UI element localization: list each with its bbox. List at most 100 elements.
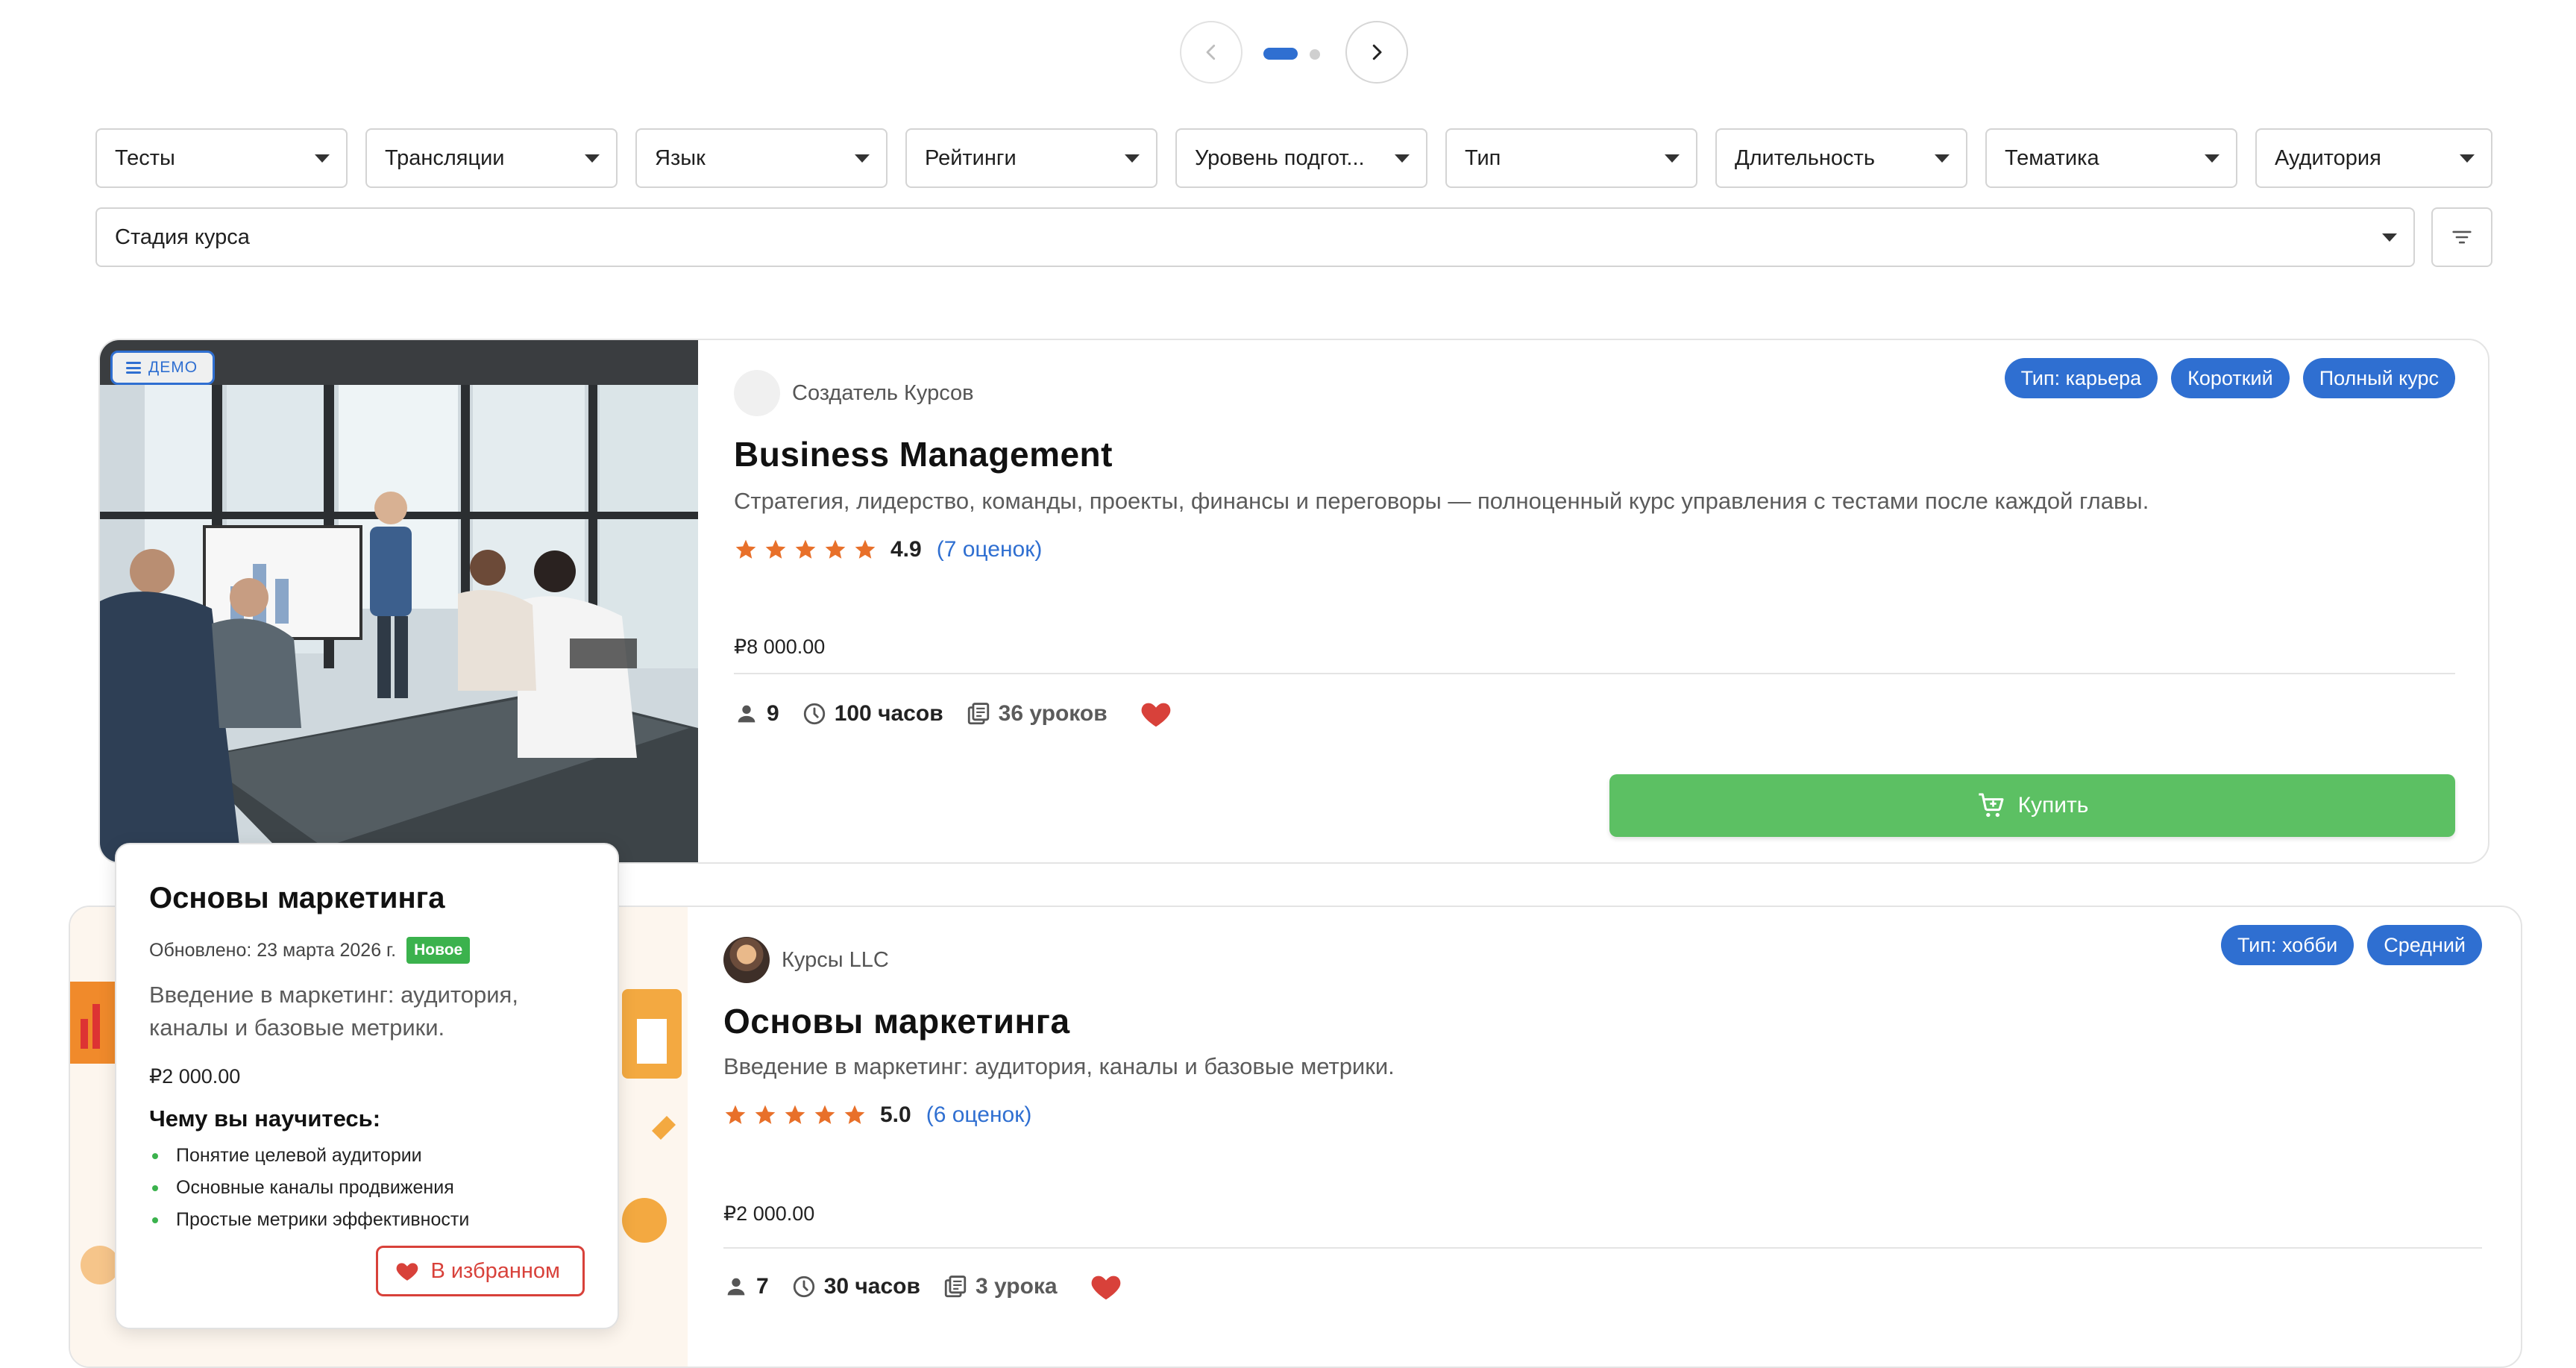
rating-value: 5.0 <box>880 1102 911 1127</box>
caret-down-icon <box>1395 154 1410 163</box>
caret-down-icon <box>585 154 600 163</box>
course-content: Курсы LLC Тип: хобби Средний Основы марк… <box>723 907 2482 1367</box>
learn-list: Понятие целевой аудитории Основные канал… <box>149 1140 469 1236</box>
rating-count-link[interactable]: (6 оценок) <box>926 1102 1032 1128</box>
author-name: Курсы LLC <box>782 947 889 972</box>
course-title[interactable]: Основы маркетинга <box>723 1001 1070 1041</box>
course-author[interactable]: Курсы LLC <box>723 937 889 983</box>
course-card[interactable]: ДЕМО Создатель Курсов Тип: карьера Корот… <box>98 339 2489 864</box>
carousel-pager <box>1180 21 1408 84</box>
caret-down-icon <box>855 154 870 163</box>
divider <box>723 1247 2482 1249</box>
star-icon <box>795 539 816 559</box>
caret-down-icon <box>315 154 330 163</box>
filter-type[interactable]: Тип <box>1445 128 1697 188</box>
course-author[interactable]: Создатель Курсов <box>734 370 974 416</box>
popup-price: ₽2 000.00 <box>149 1065 241 1088</box>
favorite-heart-icon[interactable] <box>1089 1270 1123 1304</box>
page-dot[interactable] <box>1310 49 1320 60</box>
students-value: 7 <box>756 1274 769 1299</box>
filter-ratings[interactable]: Рейтинги <box>905 128 1157 188</box>
filter-language[interactable]: Язык <box>635 128 888 188</box>
learn-item: Понятие целевой аудитории <box>149 1140 469 1172</box>
filter-audience[interactable]: Аудитория <box>2255 128 2492 188</box>
lessons-count: 3 урока <box>943 1274 1058 1299</box>
library-books-icon <box>944 1276 967 1298</box>
filter-label: Стадия курса <box>115 225 250 249</box>
course-tags: Тип: карьера Короткий Полный курс <box>2004 358 2455 398</box>
students-count: 7 <box>723 1274 769 1299</box>
filter-course-stage[interactable]: Стадия курса <box>95 207 2415 267</box>
in-favorites-button[interactable]: В избранном <box>376 1246 585 1296</box>
duration-value: 100 часов <box>834 701 943 726</box>
filter-lines-icon <box>2452 230 2472 244</box>
students-count: 9 <box>734 701 779 727</box>
tag: Тип: карьера <box>2004 358 2158 398</box>
course-content: Создатель Курсов Тип: карьера Короткий П… <box>734 340 2455 862</box>
star-icon <box>825 539 846 559</box>
learn-heading: Чему вы научитесь: <box>149 1105 381 1132</box>
course-stats: 9 100 часов 36 уроков <box>734 697 1173 731</box>
filter-streams[interactable]: Трансляции <box>365 128 618 188</box>
buy-button[interactable]: Купить <box>1609 774 2455 837</box>
filter-label: Язык <box>655 145 706 170</box>
library-books-icon <box>967 703 989 725</box>
caret-down-icon <box>2205 154 2220 163</box>
filter-label: Длительность <box>1735 145 1875 170</box>
rating-count-link[interactable]: (7 оценок) <box>937 537 1043 562</box>
course-preview-popup: Основы маркетинга Обновлено: 23 марта 20… <box>115 843 619 1329</box>
filter-tests[interactable]: Тесты <box>95 128 348 188</box>
heart-icon <box>397 1263 418 1281</box>
avatar <box>734 370 780 416</box>
filter-topic[interactable]: Тематика <box>1985 128 2237 188</box>
next-page-button[interactable] <box>1345 21 1408 84</box>
learn-item: Простые метрики эффективности <box>149 1204 469 1236</box>
updated-date: Обновлено: 23 марта 2026 г. <box>149 939 397 961</box>
students-value: 9 <box>767 701 779 726</box>
course-description: Стратегия, лидерство, команды, проекты, … <box>734 488 2149 514</box>
course-duration: 30 часов <box>791 1274 920 1299</box>
filter-settings-button[interactable] <box>2431 207 2492 267</box>
popup-description: Введение в маркетинг: аудитория, каналы … <box>149 982 518 1041</box>
page-dot-active[interactable] <box>1263 48 1298 60</box>
favorite-heart-icon[interactable] <box>1139 697 1173 731</box>
cart-icon <box>1978 793 2004 818</box>
popup-title: Основы маркетинга <box>149 882 445 914</box>
filter-level[interactable]: Уровень подгот... <box>1175 128 1427 188</box>
buy-label: Купить <box>2017 793 2089 818</box>
tag: Полный курс <box>2302 358 2455 398</box>
rating-stars <box>734 538 877 562</box>
filter-label: Тематика <box>2005 145 2099 170</box>
star-icon <box>765 539 786 559</box>
favorite-button-label: В избранном <box>430 1258 560 1283</box>
course-rating: 5.0 (6 оценок) <box>723 1102 1031 1128</box>
chevron-left-icon <box>1206 44 1216 60</box>
prev-page-button[interactable] <box>1180 21 1243 84</box>
new-badge: Новое <box>406 937 471 964</box>
lessons-count: 36 уроков <box>966 701 1108 727</box>
popup-updated: Обновлено: 23 марта 2026 г. Новое <box>149 937 471 964</box>
tag: Тип: хобби <box>2220 925 2354 965</box>
clock-icon <box>793 1276 814 1298</box>
demo-badge: ДЕМО <box>110 351 216 385</box>
filter-label: Тип <box>1465 145 1501 170</box>
avatar <box>723 937 770 983</box>
filter-label: Рейтинги <box>925 145 1017 170</box>
learn-item: Основные каналы продвижения <box>149 1172 469 1204</box>
caret-down-icon <box>2382 233 2397 242</box>
filter-label: Трансляции <box>385 145 505 170</box>
course-thumbnail[interactable]: ДЕМО <box>100 340 698 862</box>
star-icon <box>814 1105 835 1124</box>
course-title[interactable]: Business Management <box>734 434 1113 474</box>
menu-icon <box>126 362 141 374</box>
course-stats: 7 30 часов 3 урока <box>723 1270 1123 1304</box>
course-price: ₽2 000.00 <box>723 1202 815 1225</box>
rating-value: 4.9 <box>890 537 922 562</box>
chevron-right-icon <box>1372 44 1382 60</box>
tag: Короткий <box>2171 358 2290 398</box>
tag: Средний <box>2367 925 2482 965</box>
caret-down-icon <box>1935 154 1950 163</box>
filter-duration[interactable]: Длительность <box>1715 128 1967 188</box>
author-name: Создатель Курсов <box>792 380 974 405</box>
divider <box>734 673 2455 674</box>
